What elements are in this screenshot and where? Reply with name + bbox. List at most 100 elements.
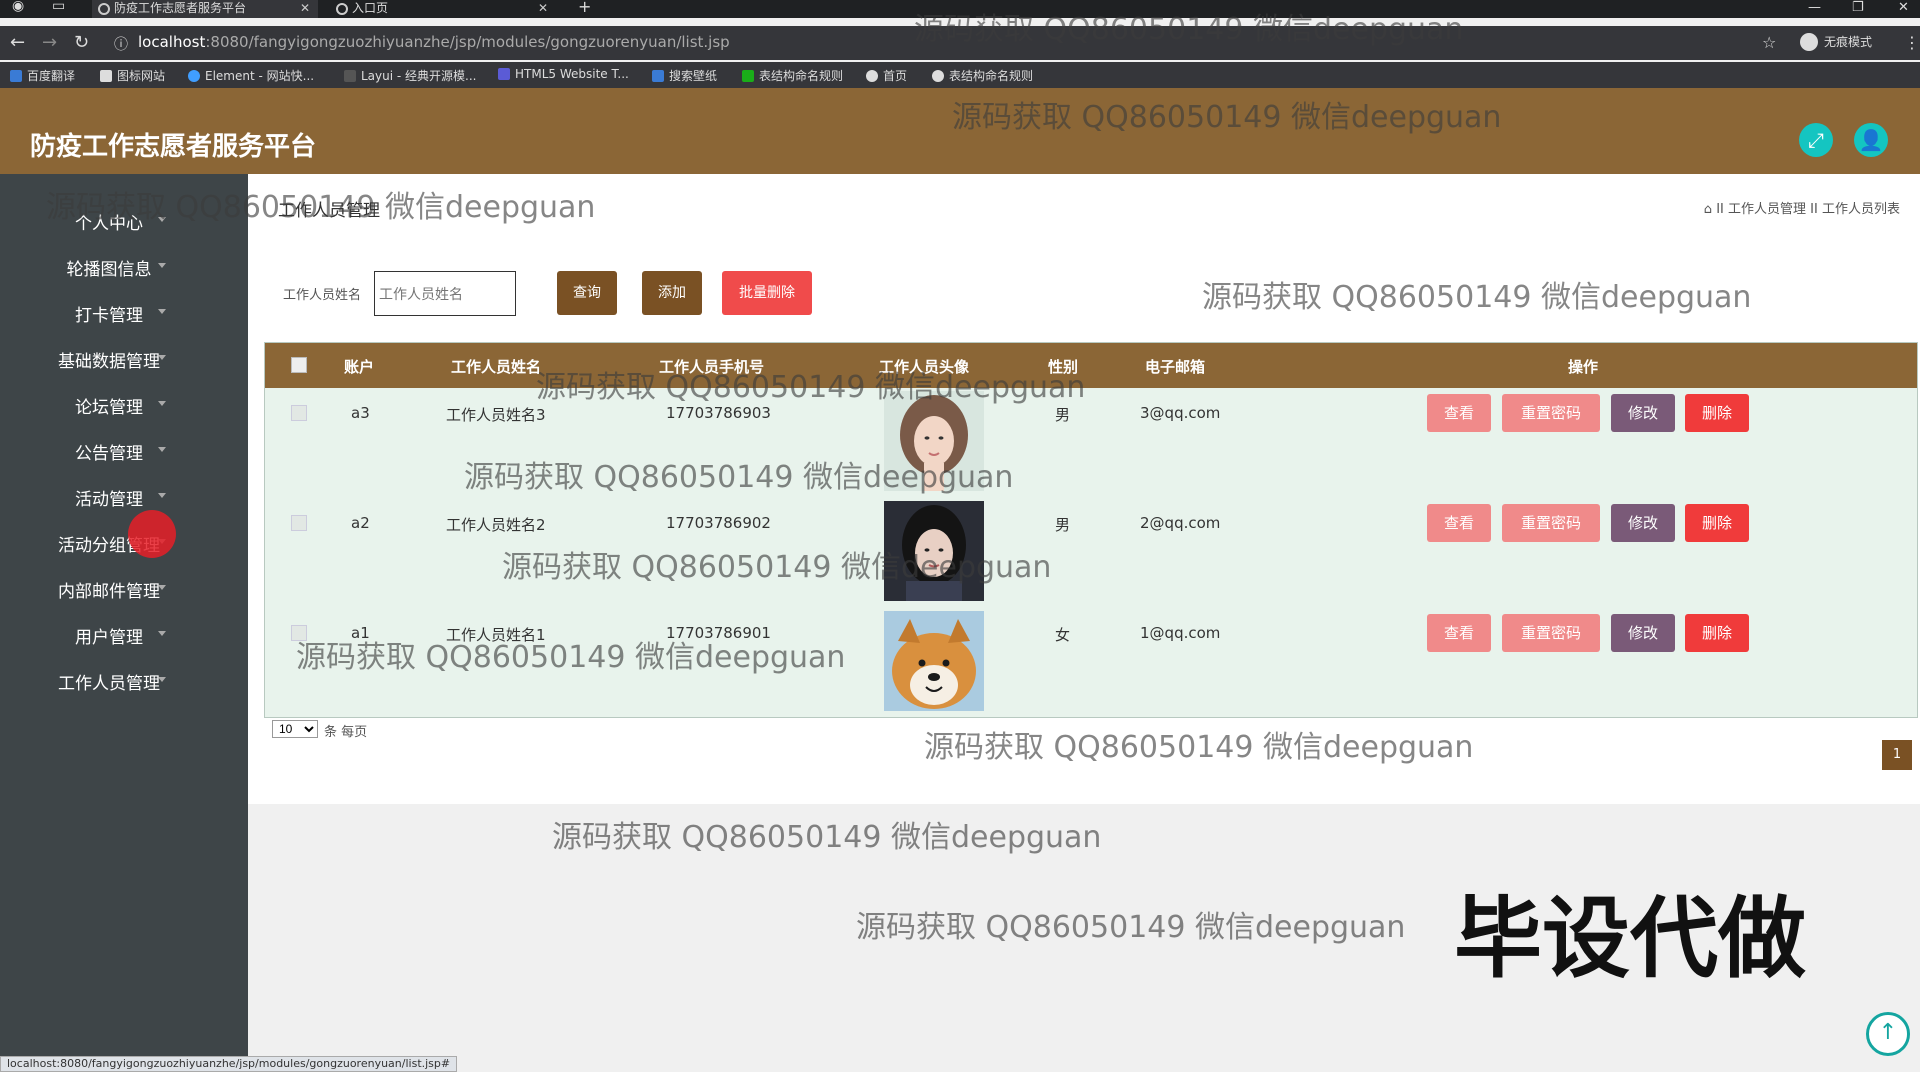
bookmark-label: 表结构命名规则 [949, 69, 1034, 83]
back-icon[interactable]: ← [10, 32, 25, 53]
view-button[interactable]: 查看 [1427, 504, 1491, 542]
star-icon[interactable]: ☆ [1762, 33, 1776, 52]
add-button[interactable]: 添加 [642, 271, 702, 315]
bookmark-item[interactable]: Element - 网站快... [188, 67, 314, 84]
sidebar-item-label: 基础数据管理 [58, 352, 160, 372]
fullscreen-icon[interactable]: ⤢ [1799, 123, 1833, 157]
bookmark-item[interactable]: 百度翻译 [10, 67, 75, 84]
reset-password-button[interactable]: 重置密码 [1502, 614, 1600, 652]
browser-menu-icon[interactable]: ◉ [12, 0, 24, 14]
bookmark-item[interactable]: 首页 [866, 67, 907, 84]
delete-button[interactable]: 删除 [1685, 614, 1749, 652]
sidebar-item-activity-group[interactable]: 活动分组管理 [0, 531, 218, 556]
sidebar-item-internal-mail[interactable]: 内部邮件管理 [0, 577, 218, 602]
sidebar-item-activity[interactable]: 活动管理 [0, 485, 218, 510]
sidebar-item-label: 工作人员管理 [58, 674, 160, 694]
click-indicator [128, 510, 176, 558]
app-title: 防疫工作志愿者服务平台 [30, 132, 317, 162]
tab-active[interactable]: 防疫工作志愿者服务平台 ✕ [92, 0, 318, 18]
row-checkbox[interactable] [291, 625, 307, 641]
tab-search-icon[interactable]: ▭ [52, 0, 65, 14]
edit-button[interactable]: 修改 [1611, 504, 1675, 542]
sidebar-item-users[interactable]: 用户管理 [0, 623, 218, 648]
wallpaper-icon [652, 70, 664, 82]
staff-table: 账户 工作人员姓名 工作人员手机号 工作人员头像 性别 电子邮箱 操作 a3 工… [264, 342, 1918, 718]
globe-icon [866, 70, 878, 82]
table-row: a2 工作人员姓名2 17703786902 男 2@qq.com 查看 重置密… [265, 498, 1917, 608]
sidebar-item-staff[interactable]: 工作人员管理 [0, 669, 218, 694]
edit-button[interactable]: 修改 [1611, 394, 1675, 432]
close-tab-icon[interactable]: ✕ [538, 0, 548, 17]
reset-password-button[interactable]: 重置密码 [1502, 394, 1600, 432]
close-window-icon[interactable]: ✕ [1898, 0, 1909, 15]
incognito-label: 无痕模式 [1824, 35, 1873, 49]
sidebar-item-carousel[interactable]: 轮播图信息 [0, 255, 218, 280]
page-number-button[interactable]: 1 [1882, 740, 1912, 770]
browser-tab-bar: ◉ ▭ 防疫工作志愿者服务平台 ✕ 入口页 ✕ + — ❐ ✕ [0, 0, 1920, 18]
sidebar-item-label: 用户管理 [75, 628, 143, 648]
bookmark-item[interactable]: Layui - 经典开源模... [344, 67, 476, 84]
minimize-icon[interactable]: — [1808, 0, 1821, 15]
chevron-down-icon [158, 309, 166, 314]
select-all-checkbox[interactable] [291, 357, 307, 373]
bookmark-item[interactable]: HTML5 Website T... [498, 67, 629, 81]
cell-account: a2 [351, 514, 370, 532]
kebab-menu-icon[interactable]: ⋮ [1904, 33, 1920, 52]
bookmark-label: Element - 网站快... [205, 69, 315, 83]
url-host: localhost [138, 33, 206, 51]
column-header: 性别 [1048, 358, 1079, 376]
sidebar-item-forum[interactable]: 论坛管理 [0, 393, 218, 418]
page-size-select[interactable]: 10 [272, 720, 318, 738]
batch-delete-button[interactable]: 批量删除 [722, 271, 812, 315]
sidebar-item-basic-data[interactable]: 基础数据管理 [0, 347, 218, 372]
cell-phone: 17703786901 [666, 624, 771, 642]
edit-button[interactable]: 修改 [1611, 614, 1675, 652]
row-checkbox[interactable] [291, 515, 307, 531]
tab-entry[interactable]: 入口页 ✕ [330, 0, 556, 18]
new-tab-button[interactable]: + [578, 0, 591, 16]
close-tab-icon[interactable]: ✕ [300, 0, 310, 17]
forward-icon[interactable]: → [42, 32, 57, 53]
column-header: 工作人员头像 [879, 358, 970, 376]
bookmark-label: 表结构命名规则 [759, 69, 844, 83]
html5-icon [498, 68, 510, 80]
breadcrumb-item: 工作人员列表 [1821, 202, 1900, 217]
table-row: a3 工作人员姓名3 17703786903 男 3@qq.com 查看 重置密… [265, 388, 1917, 498]
sidebar-item-personal-center[interactable]: 个人中心 [0, 209, 218, 234]
breadcrumb-item[interactable]: 工作人员管理 [1728, 202, 1806, 217]
delete-button[interactable]: 删除 [1685, 394, 1749, 432]
reload-icon[interactable]: ↻ [74, 32, 89, 53]
chevron-down-icon [158, 585, 166, 590]
bookmark-item[interactable]: 表结构命名规则 [932, 67, 1033, 84]
view-button[interactable]: 查看 [1427, 394, 1491, 432]
layui-icon [344, 70, 356, 82]
sidebar-item-checkin[interactable]: 打卡管理 [0, 301, 218, 326]
search-button[interactable]: 查询 [557, 271, 617, 315]
sidebar-item-announcement[interactable]: 公告管理 [0, 439, 218, 464]
restore-icon[interactable]: ❐ [1852, 0, 1864, 15]
bookmark-item[interactable]: 图标网站 [100, 67, 165, 84]
staff-name-search-input[interactable] [374, 271, 516, 316]
breadcrumb-separator: II [1716, 202, 1724, 217]
chevron-down-icon [158, 447, 166, 452]
view-button[interactable]: 查看 [1427, 614, 1491, 652]
back-to-top-icon[interactable]: ↑ [1866, 1012, 1910, 1056]
home-icon[interactable]: ⌂ [1704, 202, 1712, 217]
cell-account: a1 [351, 624, 370, 642]
user-icon[interactable]: 👤 [1854, 123, 1888, 157]
sidebar: 个人中心 轮播图信息 打卡管理 基础数据管理 论坛管理 公告管理 活动管理 活动… [0, 174, 248, 1072]
app-header: 防疫工作志愿者服务平台 ⤢ 👤 [0, 88, 1920, 174]
flag-icon [100, 70, 112, 82]
url-field[interactable]: localhost:8080/fangyigongzuozhiyuanzhe/j… [138, 33, 730, 51]
bookmark-item[interactable]: 表结构命名规则 [742, 67, 843, 84]
chevron-down-icon [158, 217, 166, 222]
reset-password-button[interactable]: 重置密码 [1502, 504, 1600, 542]
sidebar-item-label: 轮播图信息 [66, 260, 152, 280]
cell-email: 1@qq.com [1140, 624, 1221, 642]
row-checkbox[interactable] [291, 405, 307, 421]
delete-button[interactable]: 删除 [1685, 504, 1749, 542]
incognito-badge[interactable]: 无痕模式 [1800, 33, 1872, 51]
bookmark-item[interactable]: 搜索壁纸 [652, 67, 717, 84]
page-favicon-icon [98, 3, 110, 15]
incognito-icon [1800, 33, 1818, 51]
